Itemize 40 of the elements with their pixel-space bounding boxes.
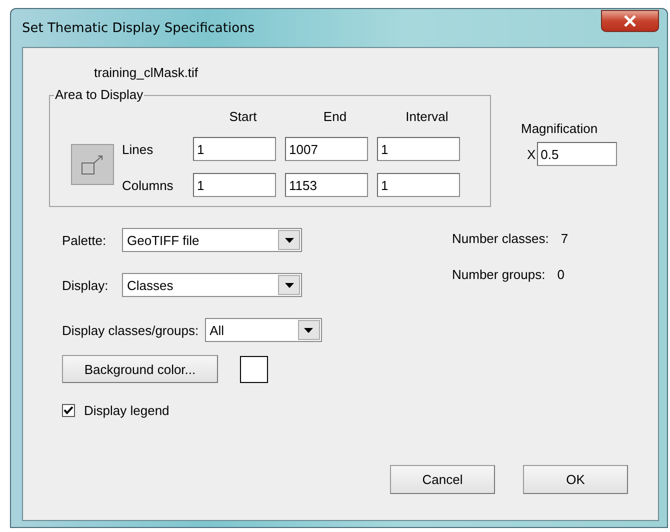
column-header: Interval (404, 109, 450, 126)
dialog-button[interactable]: Cancel (390, 465, 495, 494)
stat-value: 7 (560, 231, 568, 246)
caret-icon (284, 282, 294, 288)
magnification-field[interactable]: 0.5 (536, 142, 617, 166)
magnification-label: Magnification (521, 121, 598, 136)
dropdown[interactable]: Classes (122, 273, 302, 297)
file-name: training_clMask.tif (94, 65, 198, 80)
stat-label: Number groups: (452, 267, 546, 282)
resize-icon (80, 152, 106, 176)
checkbox-label: Display legend (84, 403, 170, 418)
column-header: Start (228, 109, 258, 126)
check-icon (63, 405, 74, 416)
dropdown[interactable]: GeoTIFF file (122, 228, 302, 252)
input-field[interactable]: 1007 (285, 137, 368, 161)
caret-icon (304, 328, 314, 332)
input-field[interactable]: 1 (193, 137, 276, 161)
row-label: Columns (121, 178, 174, 192)
dropdown-label: Display classes/groups: (62, 322, 199, 338)
column-header: End (322, 109, 348, 126)
multiply-sign: X (527, 146, 536, 162)
input-field[interactable]: 1 (377, 137, 460, 161)
checkbox[interactable] (62, 404, 75, 417)
select-area-button[interactable] (71, 144, 114, 185)
dropdown-label: Display: (62, 278, 110, 292)
background-color-button[interactable]: Background color... (62, 355, 218, 383)
row-label: Lines (121, 142, 154, 156)
close-icon (623, 15, 637, 27)
input-field[interactable]: 1153 (285, 173, 368, 197)
input-field[interactable]: 1 (377, 173, 460, 197)
input-field[interactable]: 1 (193, 173, 276, 197)
stat-value: 0 (557, 267, 564, 282)
dialog-button[interactable]: OK (523, 465, 628, 494)
stat-label: Number classes: (452, 231, 549, 246)
dropdown-label: Palette: (62, 232, 108, 248)
dropdown[interactable]: All (204, 318, 322, 342)
group-title: Area to Display (54, 87, 144, 102)
caret-icon (284, 238, 294, 242)
close-button[interactable] (601, 10, 659, 32)
window-title: Set Thematic Display Specifications (22, 20, 255, 36)
